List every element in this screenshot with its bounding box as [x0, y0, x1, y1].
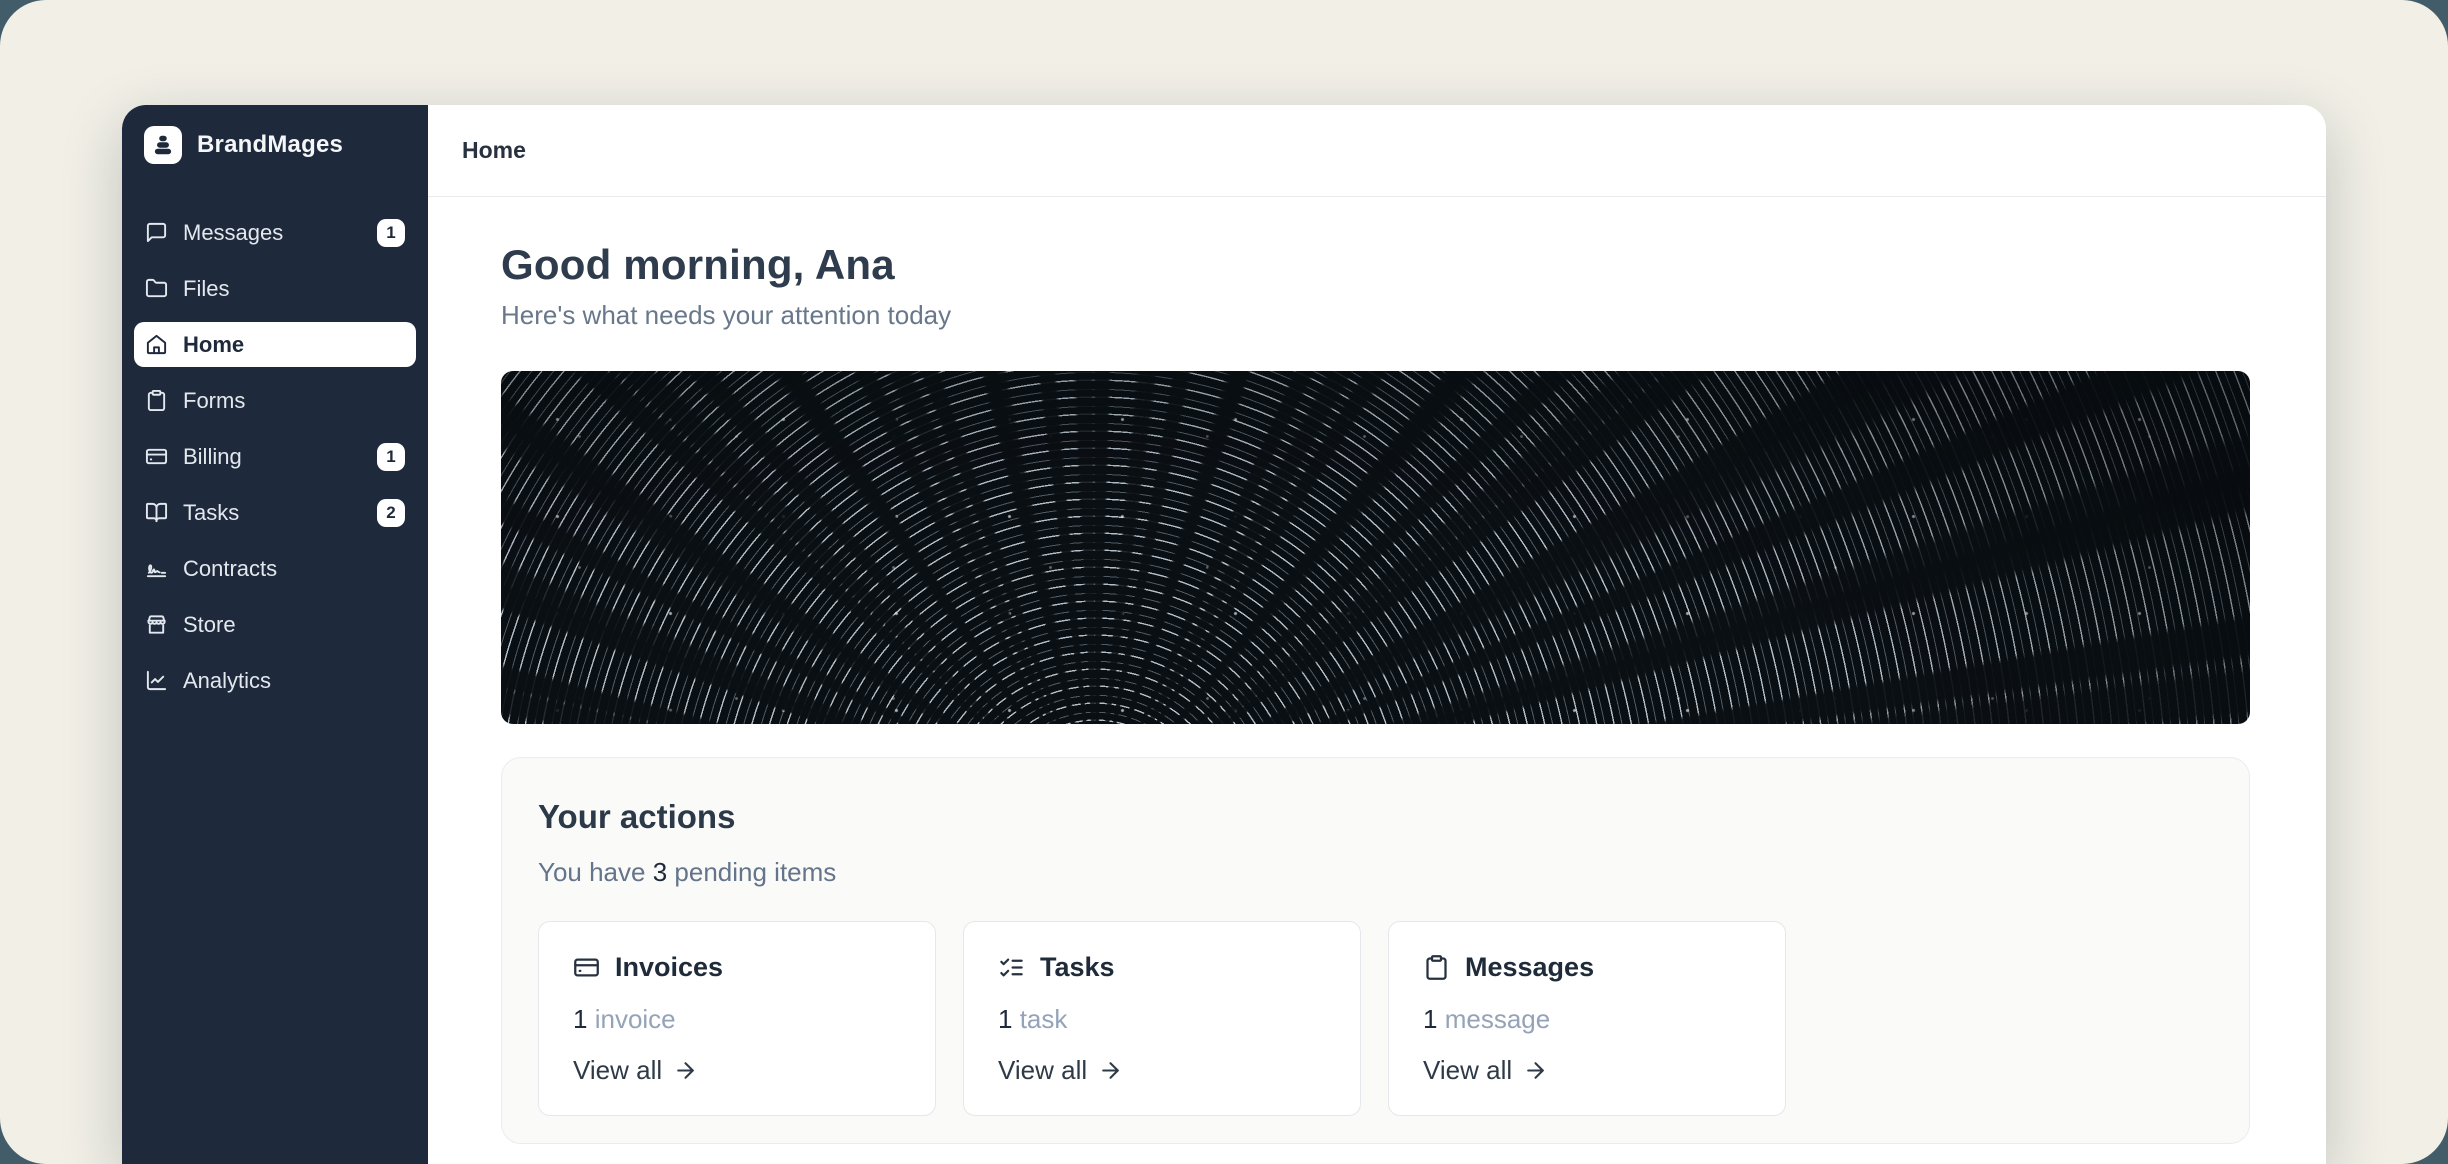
stacked-stones-icon [144, 126, 182, 164]
brand-name: BrandMages [197, 131, 343, 159]
tasks-view-all-link[interactable]: View all [998, 1055, 1326, 1086]
brand: BrandMages [134, 126, 416, 164]
sidebar-item-label: Contracts [183, 556, 277, 582]
card-header: Messages [1423, 952, 1751, 983]
billing-badge: 1 [377, 443, 405, 471]
home-icon [145, 333, 168, 356]
hero-star-trails-image [501, 371, 2250, 724]
tasks-badge: 2 [377, 499, 405, 527]
count-number: 1 [573, 1004, 587, 1034]
sidebar-item-messages[interactable]: Messages 1 [134, 210, 416, 255]
sidebar-item-label: Home [183, 332, 244, 358]
topbar: Home [428, 105, 2326, 197]
sidebar-nav: Messages 1 Files Home Forms [134, 210, 416, 703]
pending-prefix: You have [538, 857, 645, 887]
messages-badge: 1 [377, 219, 405, 247]
tasks-card: Tasks 1 task View all [963, 921, 1361, 1116]
invoices-view-all-link[interactable]: View all [573, 1055, 901, 1086]
count-unit: message [1445, 1004, 1551, 1034]
count-number: 1 [1423, 1004, 1437, 1034]
arrow-right-icon [673, 1058, 698, 1083]
arrow-right-icon [1098, 1058, 1123, 1083]
sidebar-item-label: Files [183, 276, 229, 302]
sidebar-item-billing[interactable]: Billing 1 [134, 434, 416, 479]
page-subtitle: Here's what needs your attention today [501, 300, 2250, 331]
sidebar-item-files[interactable]: Files [134, 266, 416, 311]
sidebar-item-label: Store [183, 612, 236, 638]
sidebar-item-label: Analytics [183, 668, 271, 694]
clipboard-icon [145, 389, 168, 412]
book-open-icon [145, 501, 168, 524]
content-area: Home Good morning, Ana Here's what needs… [428, 105, 2326, 1164]
app-window: BrandMages Messages 1 Files Home [122, 105, 2326, 1164]
actions-title: Your actions [538, 798, 2213, 836]
credit-card-icon [573, 954, 600, 981]
invoices-card: Invoices 1 invoice View all [538, 921, 936, 1116]
sidebar-item-tasks[interactable]: Tasks 2 [134, 490, 416, 535]
card-count: 1 message [1423, 1004, 1751, 1035]
card-header: Tasks [998, 952, 1326, 983]
card-header: Invoices [573, 952, 901, 983]
card-count: 1 invoice [573, 1004, 901, 1035]
sidebar-item-label: Forms [183, 388, 245, 414]
card-count: 1 task [998, 1004, 1326, 1035]
sidebar: BrandMages Messages 1 Files Home [122, 105, 428, 1164]
breadcrumb: Home [462, 137, 526, 164]
card-title: Tasks [1040, 952, 1115, 983]
sidebar-item-label: Billing [183, 444, 242, 470]
view-all-label: View all [998, 1055, 1087, 1086]
sidebar-item-label: Tasks [183, 500, 239, 526]
sidebar-item-home[interactable]: Home [134, 322, 416, 367]
count-unit: task [1020, 1004, 1068, 1034]
card-title: Invoices [615, 952, 723, 983]
sidebar-item-forms[interactable]: Forms [134, 378, 416, 423]
pending-suffix: pending items [674, 857, 836, 887]
messages-card: Messages 1 message View all [1388, 921, 1786, 1116]
pending-count: 3 [653, 857, 667, 887]
chat-icon [145, 221, 168, 244]
page-title: Good morning, Ana [501, 241, 2250, 289]
count-unit: invoice [595, 1004, 676, 1034]
clipboard-icon [1423, 954, 1450, 981]
chart-line-icon [145, 669, 168, 692]
pending-items-text: You have 3 pending items [538, 857, 2213, 888]
sidebar-item-store[interactable]: Store [134, 602, 416, 647]
view-all-label: View all [1423, 1055, 1512, 1086]
storefront-icon [145, 613, 168, 636]
main-panel: Good morning, Ana Here's what needs your… [428, 197, 2326, 1144]
sidebar-item-analytics[interactable]: Analytics [134, 658, 416, 703]
count-number: 1 [998, 1004, 1012, 1034]
signature-icon [145, 557, 168, 580]
arrow-right-icon [1523, 1058, 1548, 1083]
messages-view-all-link[interactable]: View all [1423, 1055, 1751, 1086]
card-title: Messages [1465, 952, 1594, 983]
folder-icon [145, 277, 168, 300]
view-all-label: View all [573, 1055, 662, 1086]
credit-card-icon [145, 445, 168, 468]
sidebar-item-contracts[interactable]: Contracts [134, 546, 416, 591]
action-cards: Invoices 1 invoice View all [538, 921, 2213, 1116]
your-actions-panel: Your actions You have 3 pending items In… [501, 757, 2250, 1144]
sidebar-item-label: Messages [183, 220, 283, 246]
list-checks-icon [998, 954, 1025, 981]
